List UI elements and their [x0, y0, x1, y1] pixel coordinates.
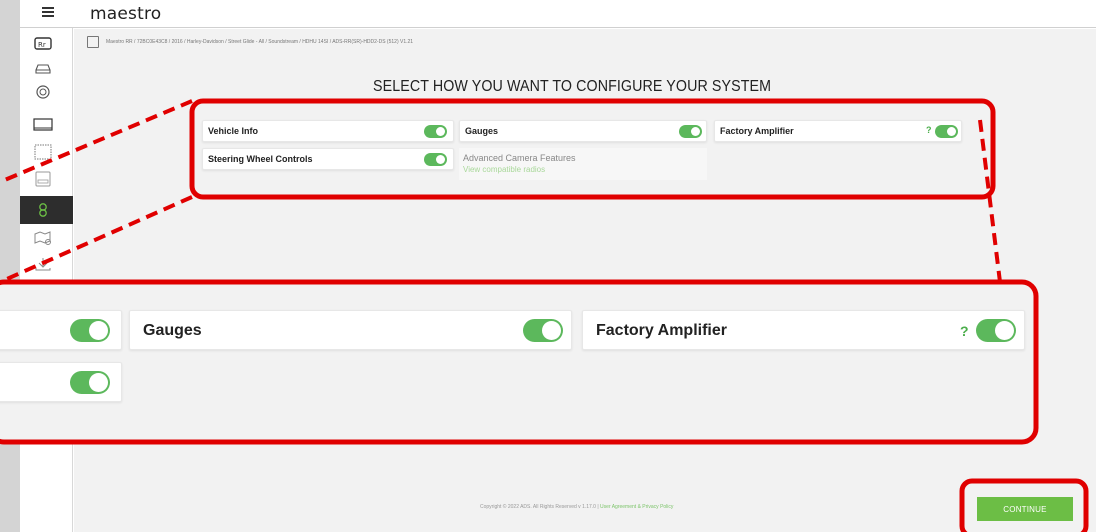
app-logo: maestro — [90, 4, 162, 24]
copyright-text: Copyright © 2022 ADS. All Rights Reserve… — [480, 504, 601, 510]
help-icon[interactable]: ? — [926, 125, 932, 135]
zoom-option-card-vehicle-info — [0, 310, 122, 350]
zoom-option-label: Gauges — [143, 322, 202, 339]
main-content — [74, 29, 1096, 532]
zoom-gauges-toggle — [523, 319, 563, 342]
option-card-advanced-camera: Advanced Camera Features View compatible… — [459, 148, 707, 180]
factory-amplifier-toggle[interactable] — [935, 125, 958, 138]
car-icon[interactable] — [33, 60, 53, 76]
zoom-option-card-gauges: Gauges — [129, 310, 572, 350]
option-card-factory-amplifier[interactable]: Factory Amplifier ? — [714, 120, 962, 142]
option-label: Vehicle Info — [208, 126, 259, 136]
option-label: Advanced Camera Features — [463, 153, 576, 163]
compatible-radios-link[interactable]: View compatible radios — [463, 165, 545, 174]
breadcrumb: Maestro RR / 72BC0E43C8 / 2016 / Harley-… — [106, 39, 414, 45]
option-label: Gauges — [465, 126, 499, 136]
gauge-icon[interactable] — [33, 171, 53, 187]
zoom-option-card-factory-amplifier: Factory Amplifier ? — [582, 310, 1025, 350]
map-icon[interactable] — [33, 230, 53, 246]
option-card-steering-wheel-controls[interactable]: Steering Wheel Controls — [202, 148, 454, 170]
option-label: Steering Wheel Controls — [208, 154, 313, 164]
zoom-option-label: Factory Amplifier — [596, 322, 727, 339]
option-label: Factory Amplifier — [720, 126, 794, 136]
option-card-gauges[interactable]: Gauges — [459, 120, 707, 142]
zoom-callout — [0, 284, 1035, 444]
zoom-help-icon: ? — [960, 323, 969, 339]
download-icon[interactable] — [33, 256, 53, 272]
radio-icon[interactable] — [33, 117, 53, 133]
settings-icon[interactable] — [33, 202, 53, 218]
zoom-steering-wheel-controls-toggle — [70, 371, 110, 394]
zoom-factory-amplifier-toggle — [976, 319, 1016, 342]
sidebar — [20, 28, 73, 532]
steering-wheel-controls-toggle[interactable] — [424, 153, 447, 166]
back-icon[interactable] — [87, 36, 99, 48]
zoom-option-card-steering-wheel-controls — [0, 362, 122, 402]
user-agreement-link[interactable]: User Agreement & Privacy Policy — [600, 504, 673, 510]
svg-text:Rr: Rr — [38, 41, 46, 49]
zoom-vehicle-info-toggle — [70, 319, 110, 342]
page-title: SELECT HOW YOU WANT TO CONFIGURE YOUR SY… — [373, 78, 772, 95]
option-card-vehicle-info[interactable]: Vehicle Info — [202, 120, 454, 142]
footer: Copyright © 2022 ADS. All Rights Reserve… — [480, 504, 673, 510]
menu-icon[interactable] — [42, 7, 54, 17]
top-bar — [20, 0, 1096, 28]
logo-rr-icon[interactable]: Rr — [33, 36, 53, 52]
screen-icon[interactable] — [33, 144, 53, 160]
vehicle-info-toggle[interactable] — [424, 125, 447, 138]
steering-wheel-icon[interactable] — [33, 84, 53, 100]
continue-button[interactable]: CONTINUE — [977, 497, 1073, 521]
gauges-toggle[interactable] — [679, 125, 702, 138]
